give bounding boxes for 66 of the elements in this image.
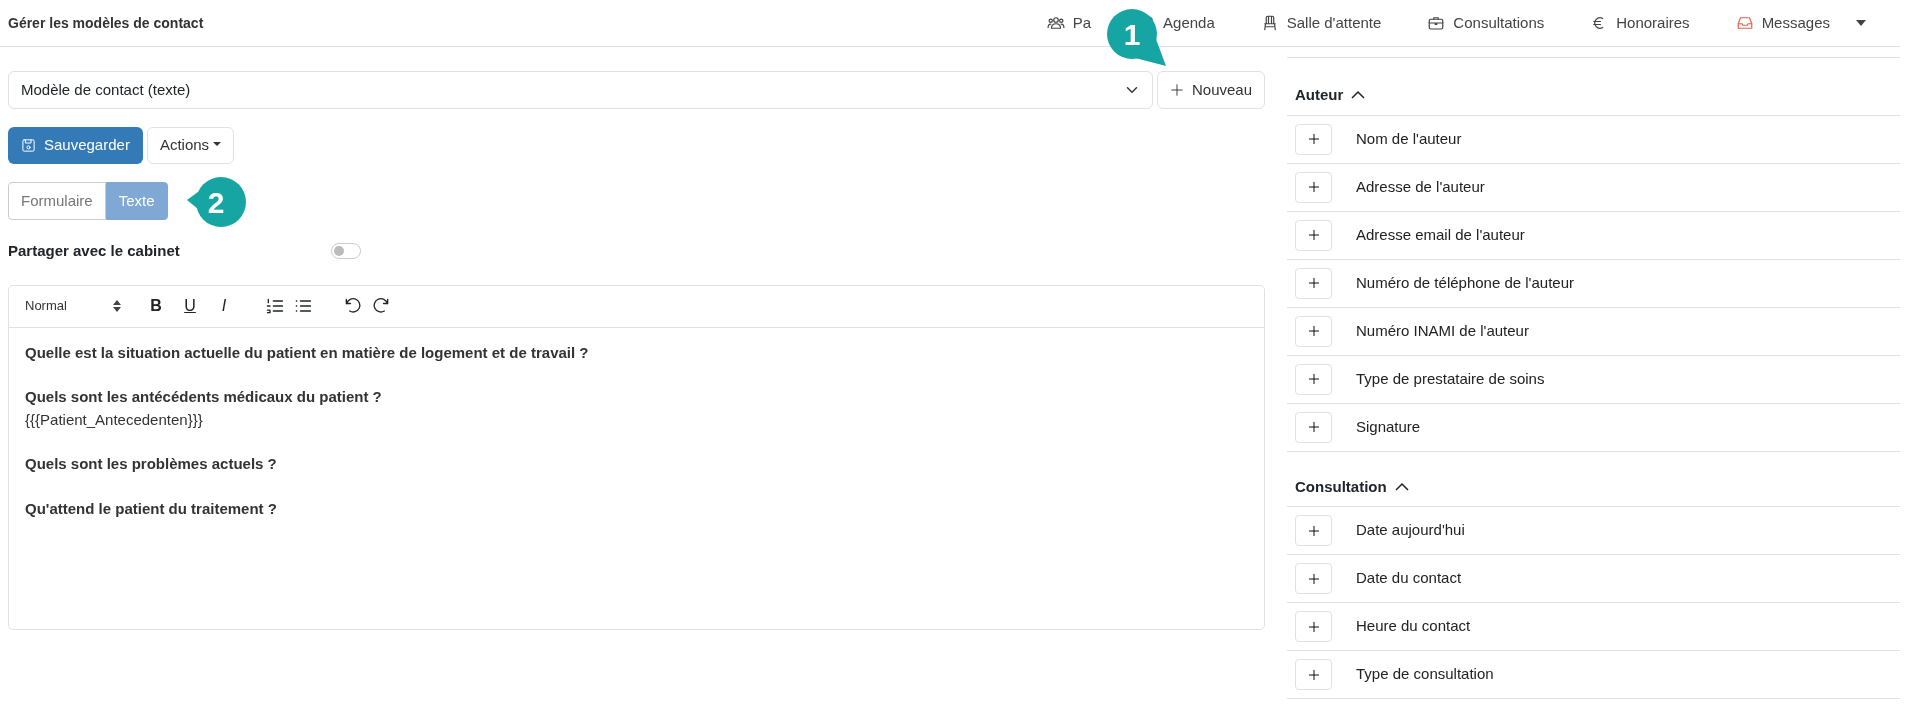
field-name: Adresse email de l'auteur [1356,224,1525,245]
actions-button[interactable]: Actions [146,127,234,164]
question-text: Quels sont les problèmes actuels ? [25,454,278,474]
plus-icon [1306,276,1321,290]
callout-tooltip: 2 [185,176,247,228]
add-button[interactable] [1295,315,1332,347]
nav-link[interactable]: Pa [1046,11,1092,35]
field-name: Date aujourd'hui [1356,520,1465,541]
plus-icon [1306,228,1321,242]
question-text: Qu'attend le patient du traitement ? [25,498,278,519]
add-button[interactable] [1295,563,1332,594]
plus-icon [1306,523,1321,538]
plus-icon [1306,571,1321,586]
sort-icon [113,300,121,312]
plus-icon [1306,132,1321,146]
section-title: Auteur [1295,85,1344,105]
save-button[interactable]: Sauvegarder [8,127,143,164]
floppy-icon [21,138,36,153]
plus-icon [1306,324,1321,338]
page-title: Gérer les modèles de contact [8,13,204,33]
nav-link[interactable]: Salle d'attente [1260,11,1382,35]
add-button[interactable] [1295,411,1332,443]
nav-link[interactable]: Consultations [1427,11,1545,35]
field-name: Type de prestataire de soins [1356,368,1545,389]
add-button[interactable] [1295,363,1332,395]
field-name: Numéro de téléphone de l'auteur [1356,272,1574,293]
field-name: Date du contact [1356,568,1462,589]
section-title: Consultation [1295,476,1387,497]
add-button[interactable] [1295,515,1332,546]
nav-link[interactable]: Honoraires [1590,11,1690,35]
field-name: Heure du contact [1356,616,1471,637]
add-button[interactable] [1295,219,1332,251]
numbered-list-icon [265,296,285,316]
plus-icon [1306,180,1321,194]
underline-button[interactable]: U [177,293,203,319]
plus-icon [1306,619,1321,634]
add-button[interactable] [1295,267,1332,299]
new-button[interactable]: Nouveau [1156,71,1265,109]
field-name: Type de consultation [1356,664,1494,685]
question-text: Quels sont les antécédents médicaux du patient ? [25,387,383,407]
plus-icon [1306,420,1321,434]
share-switch[interactable] [331,243,361,260]
plus-icon [1169,83,1184,97]
people-icon [1046,14,1065,32]
add-button[interactable] [1295,171,1332,203]
nav-link[interactable]: Messages [1735,11,1866,35]
view-tab[interactable]: Formulaire [8,182,106,220]
field-name: Signature [1356,416,1421,437]
template-select[interactable]: Modèle de contact (texte) [8,71,1153,109]
share-label: Partager avec le cabinet [8,241,181,261]
add-button[interactable] [1295,611,1332,642]
placeholder-field: {{{Patient_Antecedenten}}} [25,408,1248,431]
undo-icon [343,296,363,316]
bold-button[interactable]: B [143,293,169,319]
plus-icon [1306,667,1321,682]
italic-button[interactable]: I [211,293,237,319]
briefcase-icon [1427,14,1446,32]
format-select[interactable]: Normal [25,296,121,316]
question-text: Quelle est la situation actuelle du patient en matière de logement et de travail ? [25,342,590,363]
redo-icon [371,296,391,316]
add-button[interactable] [1295,123,1332,155]
field-name: Numéro INAMI de l'auteur [1356,320,1529,341]
add-button[interactable] [1295,659,1332,690]
plus-icon [1306,372,1321,386]
field-name: Adresse de l'auteur [1356,176,1485,197]
field-name: Nom de l'auteur [1356,128,1462,149]
